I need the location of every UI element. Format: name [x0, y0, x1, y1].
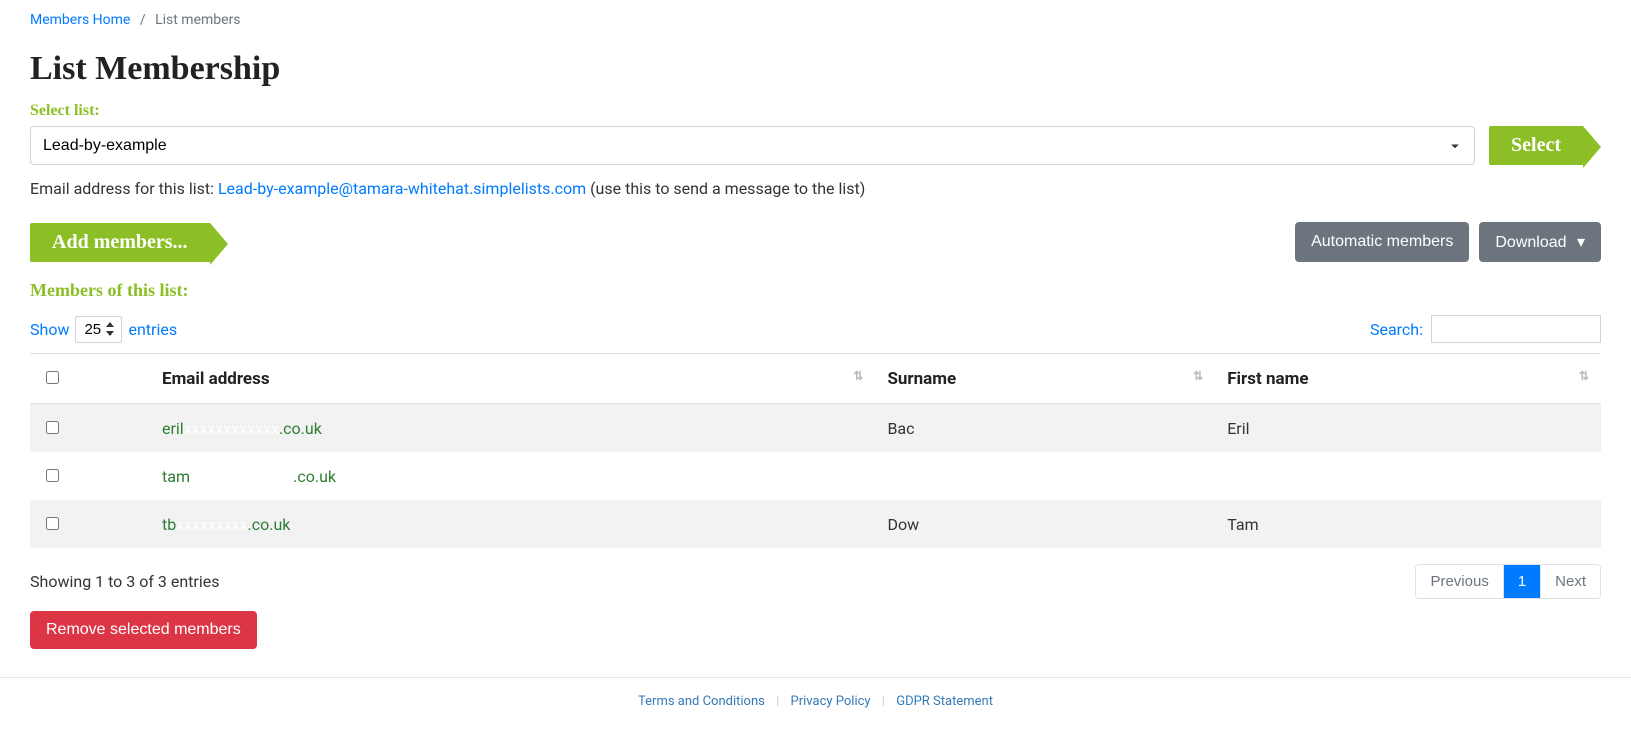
select-button[interactable]: Select: [1489, 126, 1583, 165]
breadcrumb: Members Home / List members: [30, 0, 1601, 40]
row-checkbox[interactable]: [46, 421, 59, 434]
entries-label: entries: [128, 320, 177, 339]
table-row: erilxxxxxxxxxxxx.co.uk Bac Eril: [30, 404, 1601, 453]
column-email[interactable]: Email address: [150, 354, 875, 404]
footer-separator: [0, 677, 1631, 678]
member-surname: Bac: [875, 404, 1215, 453]
member-firstname: Eril: [1215, 404, 1601, 453]
select-all-checkbox[interactable]: [46, 371, 59, 384]
list-email-link[interactable]: Lead-by-example@tamara-whitehat.simpleli…: [218, 179, 586, 198]
list-select-dropdown[interactable]: Lead-by-example: [30, 126, 1475, 165]
footer-gdpr-link[interactable]: GDPR Statement: [896, 694, 993, 709]
footer-divider: |: [776, 694, 779, 709]
add-members-button[interactable]: Add members...: [30, 223, 210, 262]
table-row: tamxxxxxxxxxxxxx.co.uk: [30, 452, 1601, 500]
breadcrumb-current: List members: [155, 12, 240, 28]
footer-privacy-link[interactable]: Privacy Policy: [791, 694, 871, 709]
member-email-link[interactable]: erilxxxxxxxxxxxx.co.uk: [162, 419, 322, 438]
page-title: List Membership: [30, 50, 1601, 88]
pagination-next[interactable]: Next: [1540, 565, 1600, 598]
member-firstname: Tam: [1215, 500, 1601, 548]
list-email-line: Email address for this list: Lead-by-exa…: [30, 179, 1601, 198]
remove-selected-button[interactable]: Remove selected members: [30, 611, 257, 649]
table-row: tbxxxxxxxxx.co.uk Dow Tam: [30, 500, 1601, 548]
footer-divider: |: [882, 694, 885, 709]
column-firstname[interactable]: First name: [1215, 354, 1601, 404]
automatic-members-button[interactable]: Automatic members: [1295, 222, 1469, 262]
members-table: Email address Surname First name erilxxx…: [30, 353, 1601, 548]
row-checkbox[interactable]: [46, 469, 59, 482]
pagination: Previous 1 Next: [1415, 564, 1601, 599]
search-input[interactable]: [1431, 315, 1601, 343]
footer-links: Terms and Conditions | Privacy Policy | …: [0, 694, 1631, 729]
list-email-prefix: Email address for this list:: [30, 179, 218, 198]
member-surname: Dow: [875, 500, 1215, 548]
show-label: Show: [30, 320, 69, 339]
footer-terms-link[interactable]: Terms and Conditions: [638, 694, 765, 709]
pagination-previous[interactable]: Previous: [1416, 565, 1502, 598]
breadcrumb-home-link[interactable]: Members Home: [30, 12, 130, 28]
table-info: Showing 1 to 3 of 3 entries: [30, 572, 219, 591]
breadcrumb-separator: /: [140, 12, 146, 28]
member-email-link[interactable]: tbxxxxxxxxx.co.uk: [162, 515, 290, 534]
search-label: Search:: [1370, 320, 1423, 339]
pagination-page-1[interactable]: 1: [1503, 565, 1540, 598]
download-button-label: Download: [1495, 234, 1566, 251]
member-email-link[interactable]: tamxxxxxxxxxxxxx.co.uk: [162, 467, 336, 486]
row-checkbox[interactable]: [46, 517, 59, 530]
entries-length-select[interactable]: 25: [75, 316, 122, 343]
select-list-label: Select list:: [30, 102, 1601, 120]
list-email-suffix: (use this to send a message to the list): [590, 179, 865, 198]
column-surname[interactable]: Surname: [875, 354, 1215, 404]
members-of-list-label: Members of this list:: [30, 280, 1601, 301]
caret-down-icon: ▾: [1577, 232, 1585, 252]
member-surname: [875, 452, 1215, 500]
download-button[interactable]: Download ▾: [1479, 222, 1601, 262]
column-checkbox: [30, 354, 150, 404]
member-firstname: [1215, 452, 1601, 500]
